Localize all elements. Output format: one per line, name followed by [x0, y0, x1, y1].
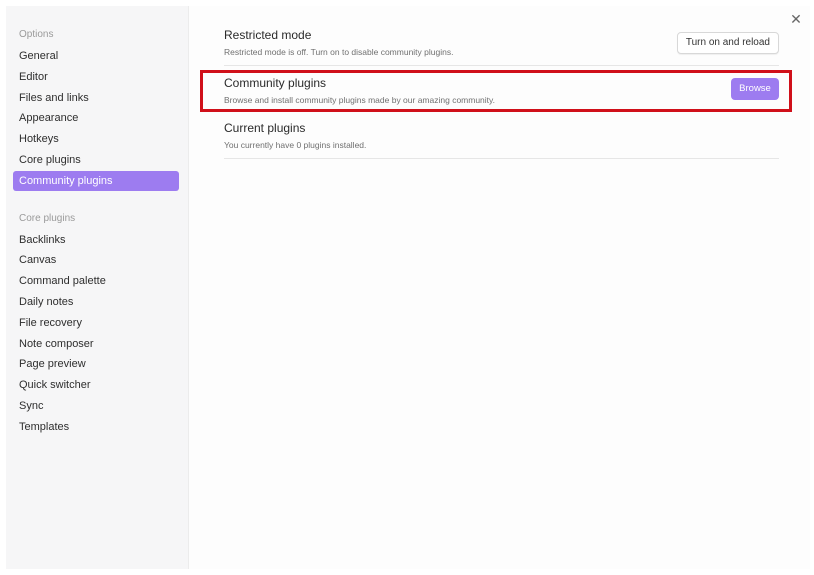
core-plugins-section-label: Core plugins	[19, 212, 76, 224]
sidebar-item-daily-notes[interactable]: Daily notes	[13, 292, 179, 312]
settings-content: ✕ Restricted mode Restricted mode is off…	[189, 6, 810, 569]
sidebar-item-backlinks[interactable]: Backlinks	[13, 230, 179, 250]
browse-button[interactable]: Browse	[731, 78, 779, 100]
community-plugins-description: Browse and install community plugins mad…	[224, 95, 496, 105]
restricted-mode-setting: Restricted mode Restricted mode is off. …	[224, 28, 779, 66]
turn-on-and-reload-button[interactable]: Turn on and reload	[676, 32, 779, 54]
sidebar-item-community-plugins[interactable]: Community plugins	[13, 170, 179, 191]
sidebar-item-hotkeys[interactable]: Hotkeys	[13, 129, 179, 149]
sidebar-item-core-plugins[interactable]: Core plugins	[13, 150, 179, 170]
core-plugins-nav: Backlinks Canvas Command palette Daily note…	[6, 230, 188, 437]
sidebar-item-command-palette[interactable]: Command palette	[13, 271, 179, 291]
sidebar-item-files-and-links[interactable]: Files and links	[13, 88, 179, 108]
sidebar-item-sync[interactable]: Sync	[13, 396, 179, 416]
options-nav: General Editor Files and links Appearance Ho…	[6, 46, 188, 191]
current-plugins-description: You currently have 0 plugins installed.	[224, 140, 367, 150]
sidebar-item-page-preview[interactable]: Page preview	[13, 354, 179, 374]
current-plugins-setting: Current plugins You currently have 0 plu…	[224, 121, 779, 159]
community-plugins-title: Community plugins	[224, 76, 327, 90]
sidebar-item-canvas[interactable]: Canvas	[13, 250, 179, 270]
sidebar-item-file-recovery[interactable]: File recovery	[13, 313, 179, 333]
sidebar-item-quick-switcher[interactable]: Quick switcher	[13, 375, 179, 395]
sidebar-item-appearance[interactable]: Appearance	[13, 108, 179, 128]
close-icon[interactable]: ✕	[788, 11, 804, 27]
community-plugins-setting: Community plugins Browse and install com…	[224, 76, 779, 110]
sidebar-item-general[interactable]: General	[13, 46, 179, 66]
settings-sidebar: Options General Editor Files and links Appe…	[6, 6, 189, 569]
sidebar-item-note-composer[interactable]: Note composer	[13, 334, 179, 354]
settings-modal: Options General Editor Files and links Appe…	[6, 6, 810, 569]
sidebar-item-templates[interactable]: Templates	[13, 417, 179, 437]
current-plugins-title: Current plugins	[224, 121, 306, 135]
options-section-label: Options	[19, 29, 54, 40]
sidebar-item-editor[interactable]: Editor	[13, 67, 179, 87]
